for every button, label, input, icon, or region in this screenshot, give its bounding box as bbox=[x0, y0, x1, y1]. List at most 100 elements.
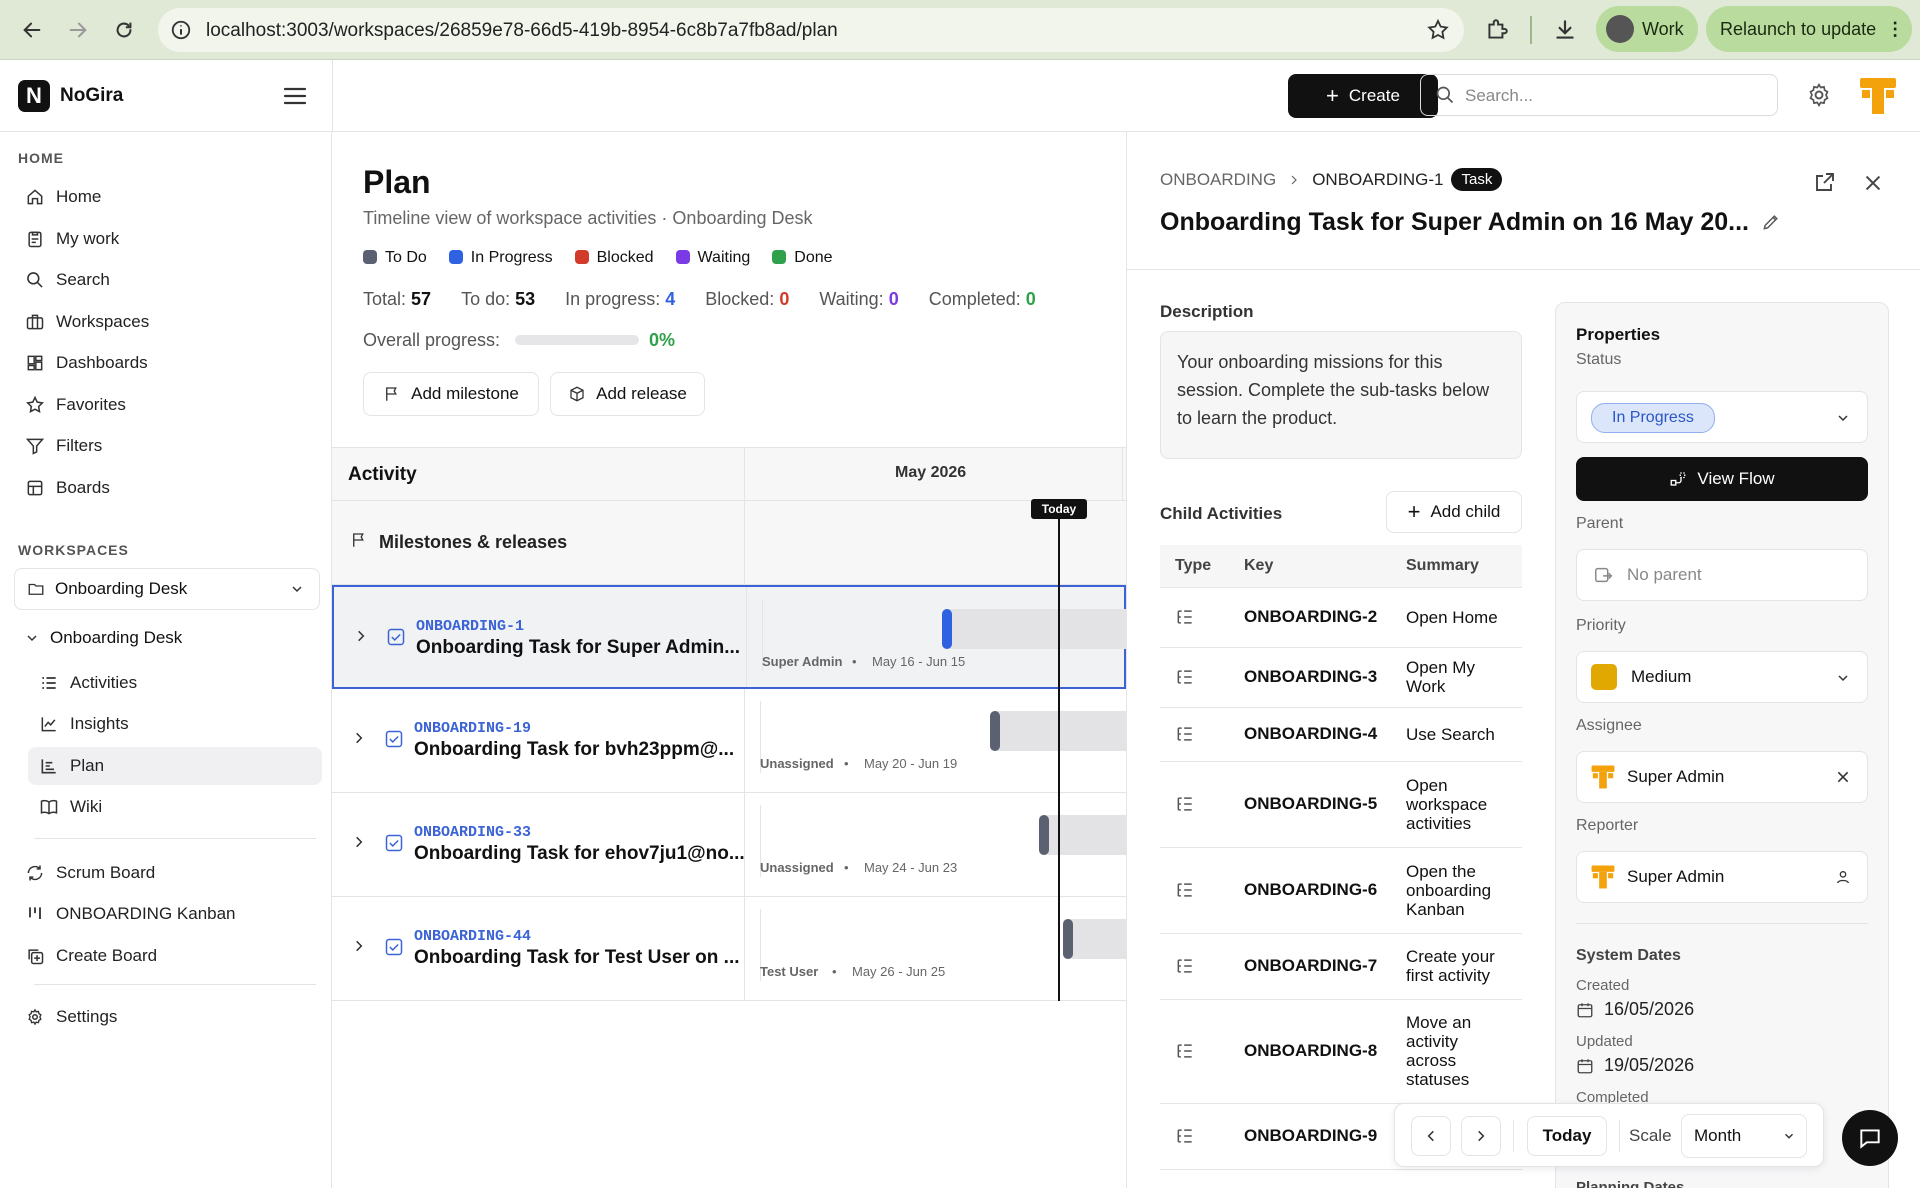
next-period-button[interactable] bbox=[1461, 1116, 1501, 1156]
open-external-icon[interactable] bbox=[1813, 170, 1837, 194]
child-row[interactable]: ONBOARDING-6 Open the onboarding Kanban bbox=[1160, 847, 1522, 934]
child-row[interactable]: ONBOARDING-7 Create your first activity bbox=[1160, 933, 1522, 1000]
sidebar-item-wiki[interactable]: Wiki bbox=[28, 788, 322, 826]
view-flow-button[interactable]: View Flow bbox=[1576, 457, 1868, 501]
global-search-input[interactable]: Search... bbox=[1420, 74, 1778, 116]
clear-assignee-icon[interactable] bbox=[1835, 769, 1851, 785]
chat-button[interactable] bbox=[1842, 1110, 1898, 1166]
extensions-icon[interactable] bbox=[1484, 17, 1510, 43]
gantt-row[interactable]: ONBOARDING-19 Onboarding Task for bvh23pp… bbox=[332, 689, 1126, 793]
breadcrumb-project[interactable]: ONBOARDING bbox=[1160, 170, 1276, 190]
assignee-select[interactable]: Super Admin bbox=[1576, 751, 1868, 803]
child-key-cell[interactable]: ONBOARDING-9 bbox=[1244, 1103, 1406, 1170]
profile-button[interactable]: Work bbox=[1596, 6, 1698, 52]
gantt-bar-handle[interactable] bbox=[990, 711, 1000, 751]
sidebar-item-create-board[interactable]: Create Board bbox=[24, 937, 322, 975]
add-release-button[interactable]: Add release bbox=[550, 372, 705, 416]
sidebar-item-workspaces[interactable]: Workspaces bbox=[24, 303, 322, 341]
child-key-cell[interactable]: ONBOARDING-5 bbox=[1244, 761, 1406, 848]
back-icon[interactable] bbox=[16, 14, 48, 46]
today-button[interactable]: Today bbox=[1527, 1116, 1607, 1156]
reporter-select[interactable]: Super Admin bbox=[1576, 851, 1868, 903]
add-milestone-button[interactable]: Add milestone bbox=[363, 372, 539, 416]
gantt-row[interactable]: ONBOARDING-44 Onboarding Task for Test Us… bbox=[332, 897, 1126, 1001]
child-row[interactable]: ONBOARDING-3 Open My Work bbox=[1160, 647, 1522, 708]
close-icon[interactable] bbox=[1862, 172, 1884, 194]
priority-select[interactable]: Medium bbox=[1576, 651, 1868, 703]
row-key[interactable]: ONBOARDING-19 bbox=[414, 720, 531, 737]
row-title[interactable]: Onboarding Task for Test User on ... bbox=[414, 947, 740, 969]
sidebar-item-insights[interactable]: Insights bbox=[28, 705, 322, 743]
prev-period-button[interactable] bbox=[1411, 1116, 1451, 1156]
row-key[interactable]: ONBOARDING-1 bbox=[416, 618, 524, 635]
gantt-row[interactable]: ONBOARDING-33 Onboarding Task for ehov7ju… bbox=[332, 793, 1126, 897]
menu-toggle-icon[interactable] bbox=[282, 84, 308, 108]
expand-chevron-icon[interactable] bbox=[352, 939, 366, 953]
download-icon[interactable] bbox=[1552, 17, 1578, 43]
stat-waiting: Waiting: 0 bbox=[819, 289, 899, 309]
workspace-tree-toggle[interactable]: Onboarding Desk bbox=[24, 628, 182, 648]
row-title[interactable]: Onboarding Task for Super Admin... bbox=[416, 637, 740, 659]
sidebar-item-boards[interactable]: Boards bbox=[24, 469, 322, 507]
gantt-bar[interactable] bbox=[942, 609, 1128, 649]
sidebar-item-plan[interactable]: Plan bbox=[28, 746, 322, 785]
row-title[interactable]: Onboarding Task for bvh23ppm@... bbox=[414, 739, 734, 761]
sidebar-item-label: Insights bbox=[70, 714, 129, 734]
gantt-bar[interactable] bbox=[1063, 919, 1126, 959]
child-row[interactable]: ONBOARDING-8 Move an activity across stat… bbox=[1160, 999, 1522, 1104]
gantt-bar[interactable] bbox=[1039, 815, 1126, 855]
child-key-cell[interactable]: ONBOARDING-3 bbox=[1244, 647, 1406, 708]
status-select[interactable]: In Progress bbox=[1576, 391, 1868, 443]
sidebar-item-dashboards[interactable]: Dashboards bbox=[24, 344, 322, 382]
month-header: May 2026 bbox=[895, 464, 967, 481]
sidebar-item-search[interactable]: Search bbox=[24, 261, 322, 299]
sidebar-item-my-work[interactable]: My work bbox=[24, 220, 322, 258]
bookmark-star-icon[interactable] bbox=[1426, 18, 1450, 42]
sidebar-item-filters[interactable]: Filters bbox=[24, 427, 322, 465]
sidebar-item-home[interactable]: Home bbox=[24, 178, 322, 216]
child-row[interactable]: ONBOARDING-4 Use Search bbox=[1160, 707, 1522, 762]
address-bar[interactable]: localhost:3003/workspaces/26859e78-66d5-… bbox=[158, 8, 1464, 52]
sidebar-item-scrum-board[interactable]: Scrum Board bbox=[24, 854, 322, 892]
relaunch-button[interactable]: Relaunch to update ⋮ bbox=[1706, 6, 1912, 52]
gantt-row[interactable]: ONBOARDING-1 Onboarding Task for Super Ad… bbox=[332, 585, 1128, 689]
create-button[interactable]: + Create bbox=[1288, 74, 1438, 118]
child-key-cell[interactable]: ONBOARDING-8 bbox=[1244, 999, 1406, 1104]
scale-label: Scale bbox=[1629, 1126, 1672, 1145]
site-info-icon[interactable] bbox=[170, 19, 192, 41]
chevron-down-icon bbox=[1835, 410, 1851, 426]
dashboard-icon bbox=[24, 352, 46, 374]
child-key-cell[interactable]: ONBOARDING-6 bbox=[1244, 847, 1406, 934]
row-key[interactable]: ONBOARDING-44 bbox=[414, 928, 531, 945]
forward-icon[interactable] bbox=[62, 14, 94, 46]
description-text[interactable]: Your onboarding missions for this sessio… bbox=[1160, 331, 1522, 459]
gantt-bar-handle[interactable] bbox=[1039, 815, 1049, 855]
settings-gear-icon[interactable] bbox=[1806, 82, 1832, 108]
breadcrumb-key[interactable]: ONBOARDING-1 bbox=[1312, 170, 1443, 190]
child-row[interactable]: ONBOARDING-2 Open Home bbox=[1160, 587, 1522, 648]
add-child-button[interactable]: + Add child bbox=[1386, 491, 1522, 533]
workspace-select[interactable]: Onboarding Desk bbox=[14, 568, 320, 610]
edit-pencil-icon[interactable] bbox=[1761, 212, 1781, 232]
expand-chevron-icon[interactable] bbox=[354, 629, 368, 643]
relaunch-label: Relaunch to update bbox=[1720, 18, 1877, 39]
child-key-cell[interactable]: ONBOARDING-2 bbox=[1244, 587, 1406, 648]
sidebar-item-settings[interactable]: Settings bbox=[24, 998, 322, 1036]
sidebar-item-activities[interactable]: Activities bbox=[28, 664, 322, 702]
child-key-cell[interactable]: ONBOARDING-7 bbox=[1244, 933, 1406, 1000]
child-key-cell[interactable]: ONBOARDING-4 bbox=[1244, 707, 1406, 762]
reload-icon[interactable] bbox=[108, 14, 140, 46]
child-row[interactable]: ONBOARDING-5 Open workspace activities bbox=[1160, 761, 1522, 848]
sidebar-item-favorites[interactable]: Favorites bbox=[24, 386, 322, 424]
user-avatar[interactable] bbox=[1856, 74, 1900, 118]
expand-chevron-icon[interactable] bbox=[352, 731, 366, 745]
row-title[interactable]: Onboarding Task for ehov7ju1@no... bbox=[414, 843, 745, 865]
scale-select[interactable]: Month bbox=[1681, 1114, 1807, 1158]
gantt-bar-handle[interactable] bbox=[942, 609, 952, 649]
parent-select[interactable]: No parent bbox=[1576, 549, 1868, 601]
expand-chevron-icon[interactable] bbox=[352, 835, 366, 849]
row-key[interactable]: ONBOARDING-33 bbox=[414, 824, 531, 841]
gantt-bar-handle[interactable] bbox=[1063, 919, 1073, 959]
sidebar-item-onboarding-kanban[interactable]: ONBOARDING Kanban bbox=[24, 895, 322, 933]
child-type-cell bbox=[1160, 1103, 1244, 1170]
